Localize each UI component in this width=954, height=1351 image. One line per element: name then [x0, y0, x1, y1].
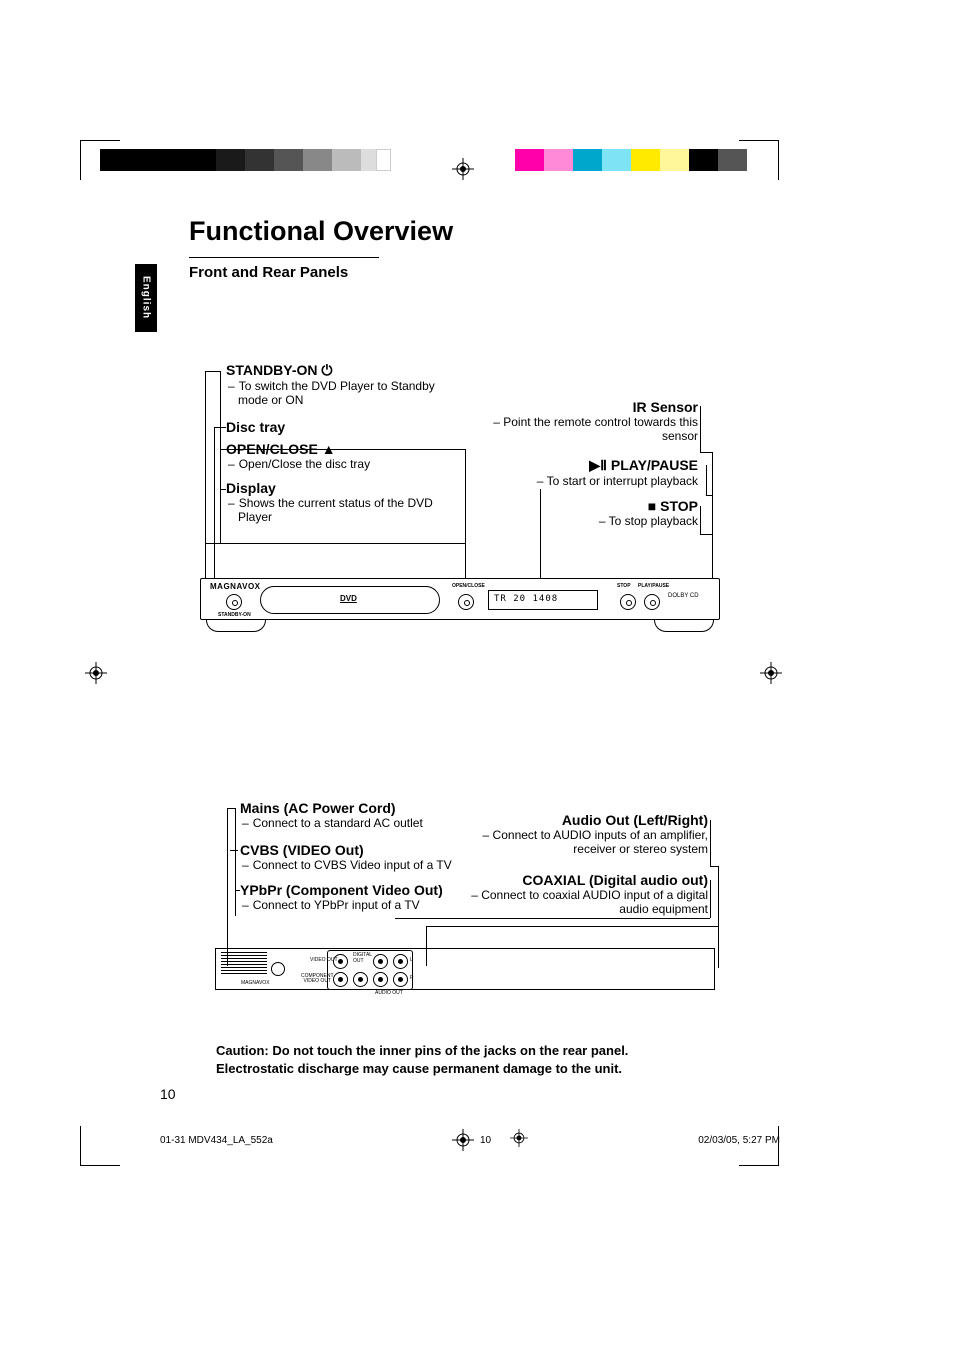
- callout-open-close: OPEN/CLOSE ▲ –Open/Close the disc tray: [226, 441, 446, 471]
- jack-group-outline: [327, 950, 413, 990]
- ir-title: IR Sensor: [490, 399, 698, 415]
- callout-coaxial: COAXIAL (Digital audio out) – Connect to…: [468, 872, 708, 916]
- mains-title: Mains (AC Power Cord): [240, 800, 500, 816]
- power-cord-icon: [271, 962, 285, 976]
- ypbpr-desc: Connect to YPbPr input of a TV: [253, 898, 420, 912]
- callout-display: Display –Shows the current status of the…: [226, 480, 456, 524]
- cvbs-desc: Connect to CVBS Video input of a TV: [253, 858, 452, 872]
- leader-line: [214, 427, 226, 428]
- format-badges: DOLBY CD: [668, 592, 699, 600]
- callout-mains: Mains (AC Power Cord) –Connect to a stan…: [240, 800, 500, 830]
- callout-standby-on: STANDBY-ON ⏻ –To switch the DVD Player t…: [226, 362, 446, 407]
- caution-text: Caution: Do not touch the inner pins of …: [216, 1042, 716, 1077]
- color-bar-right: [515, 149, 747, 171]
- registration-mark-icon: [510, 1129, 528, 1150]
- leader-line: [230, 850, 238, 851]
- play-button-icon: [644, 594, 660, 610]
- mains-desc: Connect to a standard AC outlet: [253, 816, 423, 830]
- coax-title: COAXIAL (Digital audio out): [468, 872, 708, 888]
- standby-button-icon: [226, 594, 242, 610]
- leader-line: [710, 866, 718, 867]
- open-close-label: OPEN/CLOSE: [452, 583, 485, 589]
- stop-icon: ■: [648, 498, 656, 514]
- leader-line: [395, 918, 710, 919]
- leader-line: [706, 465, 707, 495]
- leader-line: [700, 506, 701, 534]
- leader-line: [220, 449, 465, 450]
- stop-button-icon: [620, 594, 636, 610]
- display-text: TR 20 1408: [494, 594, 558, 604]
- display-desc: Shows the current status of the DVD Play…: [238, 496, 433, 524]
- callout-audio-out: Audio Out (Left/Right) – Connect to AUDI…: [478, 812, 708, 856]
- registration-mark-icon: [452, 158, 474, 185]
- page-title: Functional Overview: [189, 216, 453, 247]
- leader-line: [710, 820, 711, 866]
- leader-line: [700, 534, 712, 535]
- crop-mark: [80, 1126, 120, 1166]
- rear-brand: MAGNAVOX: [241, 980, 270, 986]
- play-button-label: PLAY/PAUSE: [638, 583, 669, 589]
- audio-title: Audio Out (Left/Right): [478, 812, 708, 828]
- registration-mark-icon: [85, 662, 107, 689]
- open-close-desc: Open/Close the disc tray: [239, 457, 370, 471]
- brand-label: MAGNAVOX: [210, 582, 261, 591]
- audio-desc: – Connect to AUDIO inputs of an amplifie…: [478, 828, 708, 856]
- coax-desc: – Connect to coaxial AUDIO input of a di…: [468, 888, 708, 916]
- registration-mark-icon: [760, 662, 782, 689]
- callout-disc-tray: Disc tray: [226, 419, 285, 435]
- standby-title: STANDBY-ON: [226, 362, 318, 378]
- leader-line: [235, 808, 236, 916]
- leader-line: [227, 808, 235, 809]
- caution-line: Electrostatic discharge may cause perman…: [216, 1060, 716, 1078]
- leader-line: [205, 543, 465, 544]
- leader-line: [706, 495, 712, 496]
- divider: [189, 257, 379, 258]
- play-title: PLAY/PAUSE: [607, 457, 698, 473]
- color-bar-left: [100, 149, 391, 171]
- front-panel-diagram: MAGNAVOX STANDBY-ON DVD OPEN/CLOSE TR 20…: [200, 560, 720, 638]
- stop-title: STOP: [656, 498, 698, 514]
- power-icon: ⏻: [321, 362, 332, 378]
- section-title: Front and Rear Panels: [189, 264, 348, 281]
- leader-line: [235, 890, 240, 891]
- leader-line: [700, 452, 712, 453]
- page-number: 10: [160, 1086, 176, 1102]
- ir-desc: – Point the remote control towards this …: [490, 415, 698, 443]
- crop-mark: [739, 1126, 779, 1166]
- print-footer: 01-31 MDV434_LA_552a 10 02/03/05, 5:27 P…: [160, 1135, 780, 1146]
- leader-line: [700, 406, 701, 452]
- play-desc: – To start or interrupt playback: [530, 474, 698, 488]
- callout-play-pause: ▶Ⅱ PLAY/PAUSE – To start or interrupt pl…: [530, 457, 698, 488]
- jack-label: AUDIO OUT: [375, 990, 403, 996]
- disc-tray-title: Disc tray: [226, 419, 285, 435]
- dvd-logo: DVD: [340, 594, 357, 603]
- play-pause-icon: ▶Ⅱ: [589, 457, 607, 473]
- footer-page: 10: [480, 1135, 491, 1146]
- footer-datetime: 02/03/05, 5:27 PM: [698, 1135, 780, 1146]
- open-close-button-icon: [458, 594, 474, 610]
- callout-stop: ■ STOP – To stop playback: [560, 498, 698, 528]
- leader-line: [710, 880, 711, 918]
- stop-desc: – To stop playback: [560, 514, 698, 528]
- standby-desc: To switch the DVD Player to Standby mode…: [238, 379, 435, 407]
- display-title: Display: [226, 480, 456, 496]
- standby-button-label: STANDBY-ON: [218, 612, 251, 618]
- leader-line: [205, 371, 220, 372]
- stop-button-label: STOP: [617, 583, 631, 589]
- leader-line: [426, 926, 718, 927]
- caution-line: Caution: Do not touch the inner pins of …: [216, 1042, 716, 1060]
- language-tab: English: [135, 264, 157, 332]
- leader-line: [718, 866, 719, 968]
- rear-panel-diagram: MAGNAVOX VIDEO OUT COMPONENTVIDEO OUT DI…: [215, 940, 715, 1008]
- callout-ir-sensor: IR Sensor – Point the remote control tow…: [490, 399, 698, 443]
- footer-filename: 01-31 MDV434_LA_552a: [160, 1135, 273, 1146]
- leader-line: [220, 371, 221, 543]
